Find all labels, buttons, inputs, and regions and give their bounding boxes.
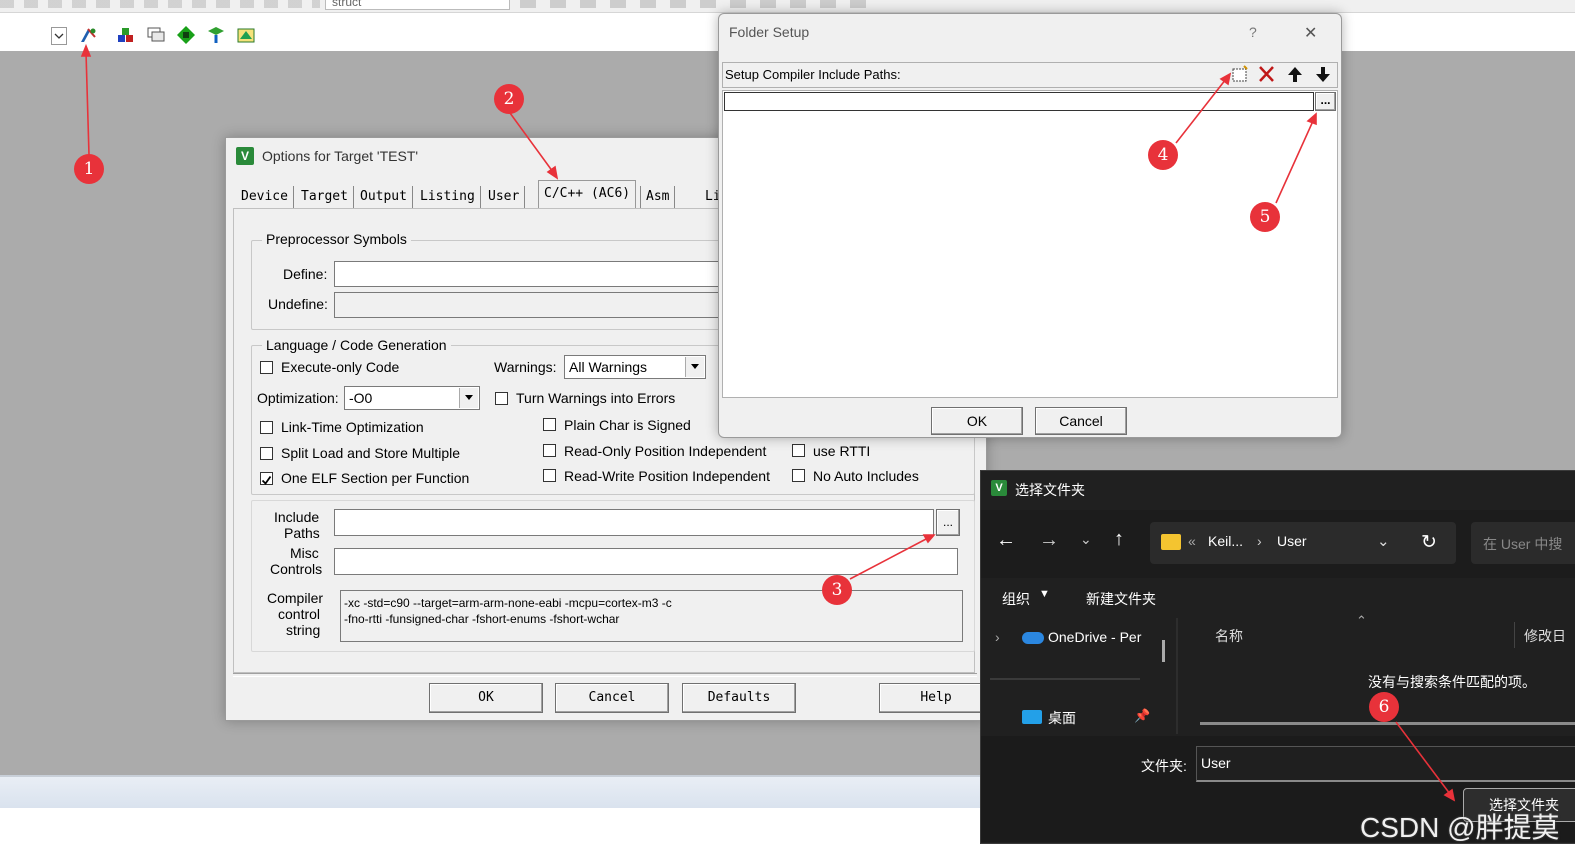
arrow-6 bbox=[1395, 721, 1451, 795]
arrowhead-1 bbox=[80, 43, 92, 57]
arrowhead-3 bbox=[922, 534, 936, 544]
arrowhead-6 bbox=[1443, 788, 1456, 802]
annotation-badge-1: 1 bbox=[74, 154, 104, 184]
arrow-4 bbox=[1175, 78, 1227, 144]
arrowhead-2 bbox=[546, 165, 559, 180]
csdn-watermark: CSDN @胖提莫 bbox=[1360, 812, 1560, 843]
arrow-2 bbox=[509, 112, 554, 173]
annotation-badge-5: 5 bbox=[1250, 202, 1280, 232]
annotation-badge-4: 4 bbox=[1148, 140, 1178, 170]
annotation-badge-2: 2 bbox=[494, 84, 524, 114]
annotation-arrows bbox=[80, 43, 1456, 802]
annotation-badge-6: 6 bbox=[1369, 692, 1399, 722]
arrowhead-5 bbox=[1306, 112, 1317, 126]
arrow-1 bbox=[85, 51, 90, 156]
arrow-3 bbox=[849, 537, 929, 580]
annotation-badge-3: 3 bbox=[822, 575, 852, 605]
arrow-5 bbox=[1275, 120, 1314, 204]
